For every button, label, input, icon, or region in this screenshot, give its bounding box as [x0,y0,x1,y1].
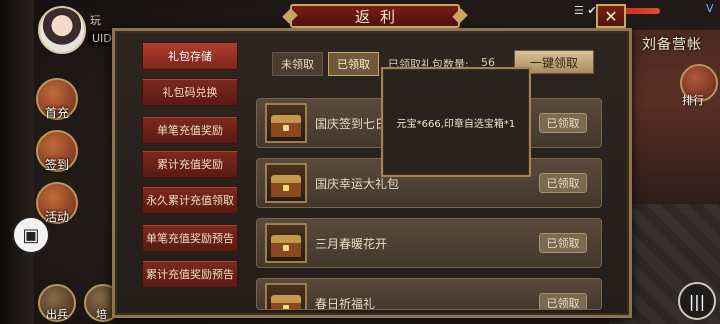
rank-label: 排行 [682,94,704,107]
vip-badge: V [706,2,714,15]
tab-gift-storage[interactable]: 礼包存储 [142,42,238,70]
gift-name: 国庆幸运大礼包 [315,177,400,191]
gift-name: 国庆签到七日 [315,117,388,131]
left-pillar [0,0,34,324]
more-menu-icon[interactable]: ||| [678,282,716,320]
claimed-status-button[interactable]: 已领取 [539,233,587,253]
claimed-status-button[interactable]: 已领取 [539,293,587,309]
tab-total-recharge[interactable]: 累计充值奖励 [142,150,238,178]
gift-name: 春日祈福礼 [315,297,376,310]
gift-row[interactable]: 三月春暖花开 已领取 [256,218,602,268]
treasure-chest-icon [265,283,307,309]
gift-name: 三月春暖花开 [315,237,388,251]
filter-claimed-button[interactable]: 已领取 [328,52,379,76]
sign-in-label: 签到 [44,158,69,172]
claimed-status-button[interactable]: 已领取 [539,113,587,133]
treasure-chest-icon [265,223,307,263]
status-icons: ☰ ✔ [574,4,597,17]
reward-tooltip: 元宝*666,印章自选宝箱*1 [381,67,531,177]
tab-total-preview[interactable]: 累计充值奖励预告 [142,260,238,288]
first-charge-label: 首充 [44,106,69,120]
tab-single-recharge[interactable]: 单笔充值奖励 [142,116,238,144]
filter-unclaimed-button[interactable]: 未领取 [272,52,323,76]
floating-assistant-icon[interactable]: ▣ [12,216,50,254]
train-label: 培 [96,308,107,321]
tab-gift-code[interactable]: 礼包码兑换 [142,78,238,106]
gift-row[interactable]: 春日祈福礼 已领取 [256,278,602,310]
claimed-status-button[interactable]: 已领取 [539,173,587,193]
tab-permanent-total[interactable]: 永久累计充值领取 [142,186,238,214]
player-avatar[interactable] [38,6,86,54]
close-icon[interactable]: ✕ [596,4,626,28]
tab-single-preview[interactable]: 单笔充值奖励预告 [142,224,238,252]
dialog-title: 返利 [290,4,460,28]
camp-title: 刘备营帐 [642,37,702,53]
right-wall [630,30,720,210]
player-name: 玩 [90,14,101,27]
treasure-chest-icon [265,103,307,143]
treasure-chest-icon [265,163,307,203]
dispatch-label: 出兵 [46,308,68,321]
